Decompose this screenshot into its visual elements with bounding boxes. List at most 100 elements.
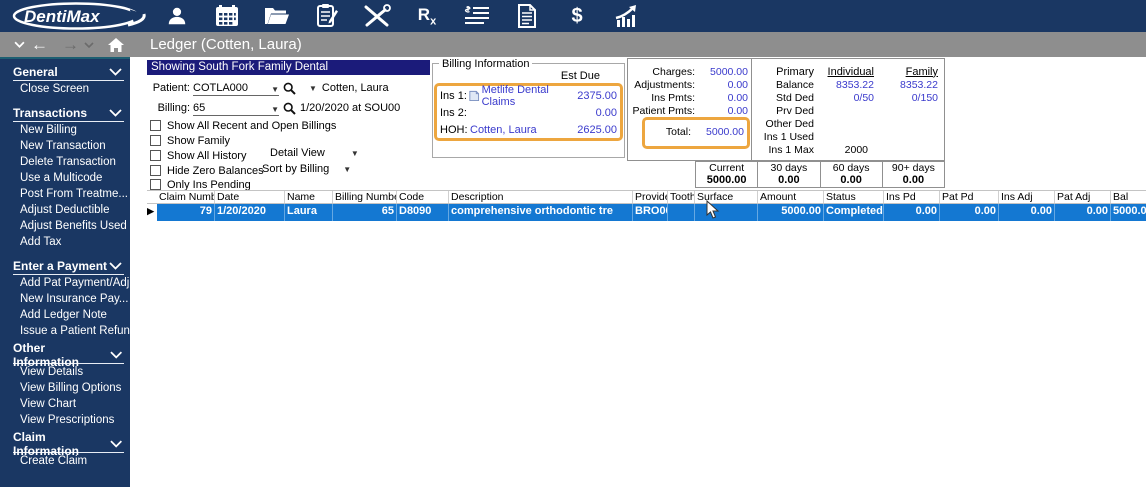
col-tooth[interactable]: Tooth [668,191,695,203]
checkbox-show-family[interactable]: Show Family [150,134,230,147]
charges-row: Charges: 5000.00 [652,65,748,78]
back-history-chevron-icon[interactable] [14,41,25,48]
sidebar-item-issue-a-patient-refund[interactable]: Issue a Patient Refund [13,323,130,339]
chevron-down-icon [109,108,122,117]
patient-pmts-row: Patient Pmts: 0.00 [632,104,748,117]
sidebar-item-view-billing-options[interactable]: View Billing Options [13,380,130,396]
checkbox-icon[interactable] [150,179,161,190]
col-ins-pd[interactable]: Ins Pd [884,191,940,203]
ins1-row: Ins 1: Metlife Dental Claims 2375.00 [440,83,617,108]
sidebar-item-adjust-benefits-used[interactable]: Adjust Benefits Used [13,218,130,234]
dropdown-arrow-icon[interactable]: ▼ [343,165,351,174]
col-surface[interactable]: Surface [695,191,758,203]
sidebar-header-transactions[interactable]: Transactions [13,105,124,122]
ledger-list-icon[interactable] [462,2,492,30]
insurance-carrier-icon [469,90,479,102]
sidebar-item-add-tax[interactable]: Add Tax [13,234,130,250]
sidebar-item-view-chart[interactable]: View Chart [13,396,130,412]
checkbox-hide-zero-balances[interactable]: Hide Zero Balances [150,164,264,177]
checkbox-icon[interactable] [150,120,161,131]
family-column-header: Family [905,65,938,78]
sidebar-item-add-ledger-note[interactable]: Add Ledger Note [13,307,130,323]
total-row: Total: 5000.00 [665,125,744,138]
sidebar-header-other-information[interactable]: Other Information [13,341,124,369]
patient-icon[interactable] [162,2,192,30]
ins1-carrier-name[interactable]: Metlife Dental Claims [482,84,578,108]
sidebar-section-enter-a-payment: Enter a Payment Add Pat Payment/Adj New … [13,258,130,339]
document-icon[interactable] [512,2,542,30]
sidebar-item-view-details[interactable]: View Details [13,364,130,380]
home-icon[interactable] [108,37,124,52]
sidebar-section-general: General Close Screen [13,64,130,97]
col-pat-adj[interactable]: Pat Adj [1055,191,1111,203]
dental-tools-icon[interactable] [362,2,392,30]
col-pat-pd[interactable]: Pat Pd [940,191,999,203]
sidebar-section-other-information: Other Information View Details View Bill… [13,341,130,428]
sidebar-item-create-claim[interactable]: Create Claim [13,453,130,469]
col-provider[interactable]: Provider [633,191,668,203]
top-toolbar: DentiMax Rx $ [0,0,1146,32]
forward-history-chevron-icon[interactable] [84,41,94,48]
sidebar-item-adjust-deductible[interactable]: Adjust Deductible [13,202,130,218]
checkbox-show-all-history[interactable]: Show All History [150,149,246,162]
back-arrow-icon[interactable]: ← [31,36,48,53]
cell-claim-number: 79 [157,204,215,221]
col-date[interactable]: Date [215,191,285,203]
sidebar-header-claim-information[interactable]: Claim Information [13,430,124,458]
combo-arrow-icon[interactable]: ▼ [271,82,279,97]
col-status[interactable]: Status [824,191,884,203]
calendar-icon[interactable] [212,2,242,30]
page-title: Ledger (Cotten, Laura) [150,36,302,53]
sidebar-item-new-transaction[interactable]: New Transaction [13,138,130,154]
hoh-row: HOH: Cotten, Laura 2625.00 [440,123,617,136]
sidebar-section-claim-information: Claim Information Create Claim [13,430,130,469]
col-amount[interactable]: Amount [758,191,824,203]
checkbox-icon[interactable] [150,150,161,161]
sidebar-item-view-prescriptions[interactable]: View Prescriptions [13,412,130,428]
sidebar-section-transactions: Transactions New Billing New Transaction… [13,105,130,250]
sidebar-item-close-screen[interactable]: Close Screen [13,81,130,97]
checkbox-icon[interactable] [150,135,161,146]
billing-number-combobox[interactable]: 65 ▼ [193,101,279,116]
col-name[interactable]: Name [285,191,333,203]
patient-search-icon[interactable] [283,82,296,95]
hoh-name: Cotten, Laura [470,123,537,136]
checkbox-show-all-recent[interactable]: Show All Recent and Open Billings [150,119,336,132]
col-ins-adj[interactable]: Ins Adj [999,191,1055,203]
forward-arrow-icon[interactable]: → [62,36,79,53]
sidebar-header-enter-a-payment[interactable]: Enter a Payment [13,258,124,275]
col-bal[interactable]: Bal [1111,191,1146,203]
detail-view-dropdown[interactable]: Detail View ▼ [270,147,359,159]
sidebar-item-post-from-treatment[interactable]: Post From Treatme... [13,186,130,202]
clipboard-pencil-icon[interactable] [312,2,342,30]
sidebar-item-delete-transaction[interactable]: Delete Transaction [13,154,130,170]
reports-chart-icon[interactable] [612,2,642,30]
patient-dropdown-icon[interactable]: ▼ [309,84,317,93]
sidebar-item-use-a-multicode[interactable]: Use a Multicode [13,170,130,186]
folder-icon[interactable] [262,2,292,30]
combo-arrow-icon[interactable]: ▼ [271,102,279,117]
dropdown-arrow-icon[interactable]: ▼ [351,149,359,158]
sidebar-header-general[interactable]: General [13,64,124,81]
col-code[interactable]: Code [397,191,449,203]
col-billing-number[interactable]: Billing Number [333,191,397,203]
sidebar-item-new-insurance-pay[interactable]: New Insurance Pay... [13,291,130,307]
prescriptions-rx-icon[interactable]: Rx [412,2,442,30]
sidebar-item-add-pat-payment-adj[interactable]: Add Pat Payment/Adj [13,275,130,291]
col-description[interactable]: Description [449,191,633,203]
navigation-bar: ← → Ledger (Cotten, Laura) [0,32,1146,57]
account-summary-panel: Charges: 5000.00 Adjustments: 0.00 Ins P… [627,58,945,161]
payments-dollar-icon[interactable]: $ [562,2,592,30]
checkbox-icon[interactable] [150,165,161,176]
cell-name: Laura [285,204,333,221]
ledger-table-row-selected[interactable]: ▶ 79 1/20/2020 Laura 65 D8090 comprehens… [147,204,1146,221]
mouse-cursor [706,200,720,219]
hoh-est-due: 2625.00 [577,123,617,136]
sort-by-dropdown[interactable]: Sort by Billing ▼ [262,163,351,175]
cell-pat-adj: 0.00 [1055,204,1111,221]
col-claim-number[interactable]: Claim Number [157,191,215,203]
sidebar-item-new-billing[interactable]: New Billing [13,122,130,138]
billing-search-icon[interactable] [283,102,296,115]
cell-description: comprehensive orthodontic tre [449,204,633,221]
patient-code-combobox[interactable]: COTLA000 ▼ [193,81,279,96]
